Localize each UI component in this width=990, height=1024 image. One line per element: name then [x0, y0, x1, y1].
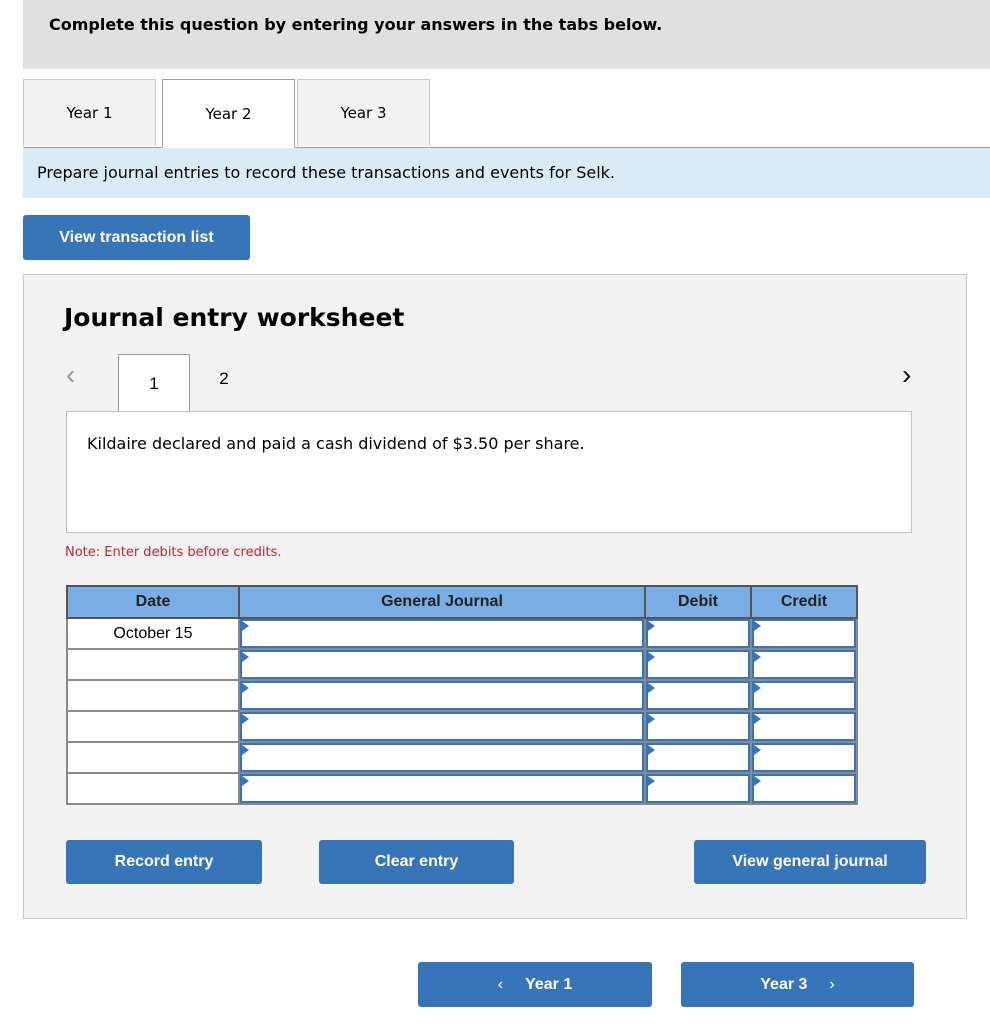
year-tabs: Year 1 Year 2 Year 3 [23, 79, 990, 148]
date-cell [66, 710, 240, 743]
date-cell [66, 741, 240, 774]
date-cell [66, 772, 240, 805]
debit-input[interactable] [646, 619, 750, 648]
instruction-bar: Prepare journal entries to record these … [23, 148, 990, 198]
account-input[interactable] [240, 681, 644, 710]
table-row [66, 679, 858, 712]
chevron-left-icon[interactable]: ‹ [66, 359, 75, 391]
credit-input[interactable] [752, 774, 856, 803]
transaction-description-text: Kildaire declared and paid a cash divide… [87, 434, 585, 453]
journal-entry-worksheet: Journal entry worksheet ‹ 1 2 › Kildaire… [23, 274, 967, 919]
table-row [66, 772, 858, 805]
journal-table: Date General Journal Debit Credit Octobe… [66, 585, 858, 805]
date-cell: October 15 [66, 617, 240, 650]
date-cell [66, 648, 240, 681]
credit-input[interactable] [752, 619, 856, 648]
header-date: Date [66, 585, 240, 619]
account-input[interactable] [240, 650, 644, 679]
account-input[interactable] [240, 774, 644, 803]
tab-year-2[interactable]: Year 2 [162, 79, 295, 148]
note-text: Note: Enter debits before credits. [65, 545, 282, 560]
entry-tab-2[interactable]: 2 [194, 354, 254, 404]
instructions-banner: Complete this question by entering your … [23, 0, 990, 69]
entry-tab-1[interactable]: 1 [118, 354, 190, 412]
next-year-button[interactable]: Year 3 › [681, 962, 914, 1007]
credit-input[interactable] [752, 650, 856, 679]
debit-input[interactable] [646, 743, 750, 772]
account-input[interactable] [240, 743, 644, 772]
tab-year-1[interactable]: Year 1 [23, 79, 156, 146]
header-general-journal: General Journal [238, 585, 646, 619]
credit-input[interactable] [752, 743, 856, 772]
table-row: October 15 [66, 617, 858, 650]
clear-entry-button[interactable]: Clear entry [319, 840, 514, 884]
next-year-label: Year 3 [760, 975, 808, 993]
view-general-journal-button[interactable]: View general journal [694, 840, 926, 884]
debit-input[interactable] [646, 650, 750, 679]
credit-input[interactable] [752, 712, 856, 741]
worksheet-title: Journal entry worksheet [64, 303, 405, 332]
view-transaction-list-button[interactable]: View transaction list [23, 215, 250, 260]
instruction-text: Prepare journal entries to record these … [37, 163, 615, 182]
chevron-left-icon: ‹ [497, 975, 504, 993]
prev-year-button[interactable]: ‹ Year 1 [418, 962, 652, 1007]
chevron-right-icon[interactable]: › [902, 359, 911, 391]
tab-year-3[interactable]: Year 3 [297, 79, 430, 146]
header-credit: Credit [750, 585, 858, 619]
record-entry-button[interactable]: Record entry [66, 840, 262, 884]
debit-input[interactable] [646, 681, 750, 710]
debit-input[interactable] [646, 712, 750, 741]
table-row [66, 741, 858, 774]
date-cell [66, 679, 240, 712]
header-debit: Debit [644, 585, 752, 619]
debit-input[interactable] [646, 774, 750, 803]
account-input[interactable] [240, 712, 644, 741]
chevron-right-icon: › [829, 975, 835, 993]
credit-input[interactable] [752, 681, 856, 710]
prev-year-label: Year 1 [525, 975, 573, 993]
transaction-description: Kildaire declared and paid a cash divide… [66, 411, 912, 533]
table-row [66, 710, 858, 743]
banner-text: Complete this question by entering your … [49, 15, 663, 34]
table-header-row: Date General Journal Debit Credit [66, 585, 858, 619]
table-row [66, 648, 858, 681]
account-input[interactable] [240, 619, 644, 648]
